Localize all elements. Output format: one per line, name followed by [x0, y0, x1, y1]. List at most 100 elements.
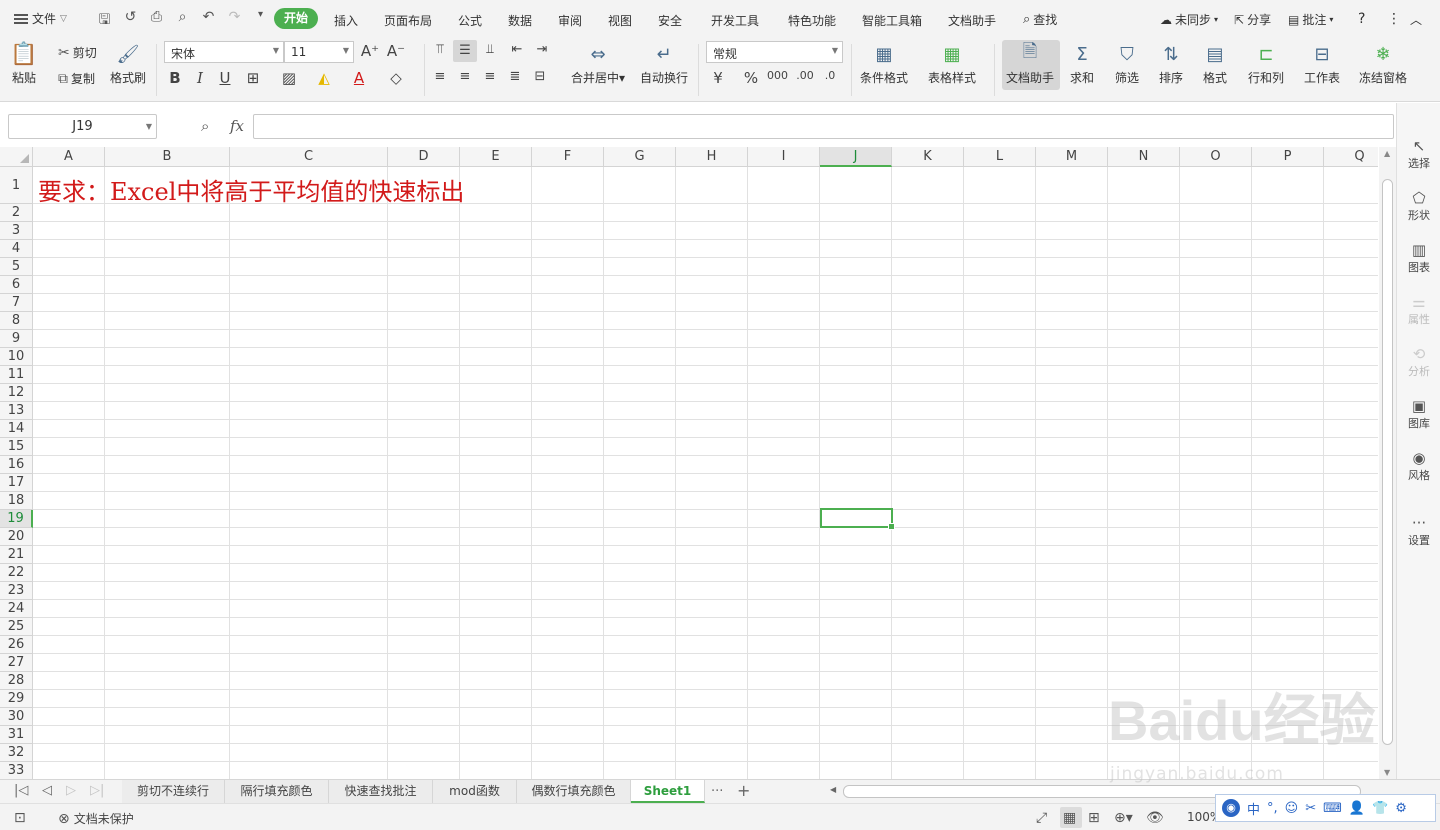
row-header-16[interactable]: 16	[0, 456, 33, 474]
search-command[interactable]: ⌕ 查找	[1023, 11, 1057, 28]
row-header-20[interactable]: 20	[0, 528, 33, 546]
redo-icon[interactable]: ↷	[226, 9, 243, 33]
help-button[interactable]: ?	[1358, 11, 1365, 27]
row-header-6[interactable]: 6	[0, 276, 33, 294]
add-sheet-button[interactable]: +	[737, 781, 750, 800]
align-bottom-icon[interactable]: ⫫	[480, 42, 500, 57]
format-button[interactable]: ▤ 格式	[1203, 42, 1227, 86]
scissors-icon[interactable]: ✂	[1305, 801, 1316, 816]
side-gallery-button[interactable]: ▣ 图库	[1397, 397, 1440, 431]
comment-button[interactable]: ▤ 批注 ▾	[1288, 11, 1333, 28]
distribute-icon[interactable]: ⊟	[530, 69, 550, 84]
row-header-32[interactable]: 32	[0, 744, 33, 762]
column-header-m[interactable]: M	[1036, 147, 1108, 167]
ime-toolbar[interactable]: ◉ 中 °, ☺ ✂ ⌨ 👤 👕 ⚙	[1215, 794, 1436, 822]
align-top-icon[interactable]: ⫪	[430, 42, 450, 57]
column-header-q[interactable]: Q	[1324, 147, 1378, 167]
tab-page-layout[interactable]: 页面布局	[384, 12, 432, 29]
print-icon[interactable]: ⎙	[148, 9, 165, 33]
row-header-21[interactable]: 21	[0, 546, 33, 564]
export-icon[interactable]: ↺	[122, 9, 139, 33]
sync-status[interactable]: ☁ 未同步 ▾	[1160, 11, 1218, 28]
row-header-13[interactable]: 13	[0, 402, 33, 420]
page-layout-view-icon[interactable]: ⊕▾	[1114, 810, 1133, 826]
side-properties-button[interactable]: ⚌ 属性	[1397, 293, 1440, 327]
sheet-tab[interactable]: 快速查找批注	[329, 780, 433, 803]
freeze-panes-button[interactable]: ❄ 冻结窗格	[1359, 42, 1407, 86]
prev-sheet-icon[interactable]: ◁	[42, 783, 52, 798]
gear-icon[interactable]: ⚙	[1395, 801, 1407, 816]
tab-data[interactable]: 数据	[508, 12, 532, 29]
tab-home[interactable]: 开始	[274, 8, 318, 29]
emoji-icon[interactable]: ☺	[1285, 801, 1299, 816]
merge-center-button[interactable]: ⇔ 合并居中▾	[571, 42, 625, 86]
column-header-j[interactable]: J	[820, 147, 892, 167]
wrap-text-button[interactable]: ↵ 自动换行	[640, 42, 688, 86]
column-header-l[interactable]: L	[964, 147, 1036, 167]
side-select-button[interactable]: ↖ 选择	[1397, 137, 1440, 171]
tab-formulas[interactable]: 公式	[458, 12, 482, 29]
row-header-17[interactable]: 17	[0, 474, 33, 492]
select-all-corner[interactable]	[0, 147, 33, 167]
row-header-23[interactable]: 23	[0, 582, 33, 600]
row-header-4[interactable]: 4	[0, 240, 33, 258]
active-cell-j19[interactable]	[820, 508, 895, 530]
font-name-select[interactable]: 宋体 ▼	[164, 41, 284, 63]
side-settings-button[interactable]: ··· 设置	[1397, 514, 1440, 548]
currency-icon[interactable]: ¥	[708, 69, 728, 87]
table-style-button[interactable]: ▦ 表格样式	[928, 42, 976, 86]
copy-button[interactable]: ⧉ 复制	[58, 70, 95, 87]
decrease-decimal-icon[interactable]: .0	[820, 69, 840, 82]
tab-insert[interactable]: 插入	[334, 12, 358, 29]
eye-protection-icon[interactable]: 👁	[1146, 810, 1164, 826]
font-size-select[interactable]: 11 ▼	[284, 41, 354, 63]
scroll-thumb[interactable]	[1382, 179, 1393, 745]
bold-button[interactable]: B	[165, 69, 185, 87]
column-header-n[interactable]: N	[1108, 147, 1180, 167]
name-box[interactable]: J19 ▼	[8, 114, 157, 139]
user-icon[interactable]: 👤	[1349, 801, 1365, 816]
tab-features[interactable]: 特色功能	[788, 12, 836, 29]
row-header-8[interactable]: 8	[0, 312, 33, 330]
normal-view-icon[interactable]: ▦	[1063, 810, 1076, 826]
sheet-tab-active[interactable]: Sheet1	[631, 780, 705, 803]
row-header-7[interactable]: 7	[0, 294, 33, 312]
row-header-22[interactable]: 22	[0, 564, 33, 582]
row-header-11[interactable]: 11	[0, 366, 33, 384]
row-header-33[interactable]: 33	[0, 762, 33, 779]
column-header-g[interactable]: G	[604, 147, 676, 167]
side-style-button[interactable]: ◉ 风格	[1397, 449, 1440, 483]
first-sheet-icon[interactable]: |◁	[14, 783, 28, 798]
indent-increase-icon[interactable]: ⇥	[532, 42, 552, 57]
row-col-button[interactable]: ⊏ 行和列	[1248, 42, 1284, 86]
cell-style-icon[interactable]: ▨	[279, 69, 299, 87]
row-header-15[interactable]: 15	[0, 438, 33, 456]
column-header-o[interactable]: O	[1180, 147, 1252, 167]
sheet-tab[interactable]: mod函数	[433, 780, 517, 803]
tab-developer[interactable]: 开发工具	[711, 12, 759, 29]
row-header-14[interactable]: 14	[0, 420, 33, 438]
row-header-1[interactable]: 1	[0, 167, 33, 204]
justify-icon[interactable]: ≣	[505, 69, 525, 84]
collapse-ribbon-icon[interactable]: ︿	[1410, 11, 1422, 28]
page-break-view-icon[interactable]: ⊞	[1088, 810, 1100, 826]
increase-font-icon[interactable]: A⁺	[360, 42, 380, 60]
column-header-a[interactable]: A	[33, 147, 105, 167]
number-format-select[interactable]: 常规 ▼	[706, 41, 843, 63]
underline-button[interactable]: U	[215, 69, 235, 87]
row-header-9[interactable]: 9	[0, 330, 33, 348]
paste-button[interactable]: 📋 粘贴	[10, 42, 37, 86]
row-header-10[interactable]: 10	[0, 348, 33, 366]
italic-button[interactable]: I	[190, 69, 210, 87]
conditional-format-button[interactable]: ▦ 条件格式	[860, 42, 908, 86]
column-header-i[interactable]: I	[748, 147, 820, 167]
tab-security[interactable]: 安全	[658, 12, 682, 29]
more-sheets-icon[interactable]: ···	[711, 784, 723, 799]
column-header-b[interactable]: B	[105, 147, 230, 167]
scroll-left-icon[interactable]: ◀	[830, 785, 836, 794]
font-color-icon[interactable]: A	[349, 69, 369, 87]
sheet-tab[interactable]: 隔行填充颜色	[225, 780, 329, 803]
increase-decimal-icon[interactable]: .00	[795, 69, 815, 82]
share-button[interactable]: ⇱ 分享	[1234, 11, 1271, 28]
ime-language[interactable]: 中	[1247, 799, 1260, 818]
